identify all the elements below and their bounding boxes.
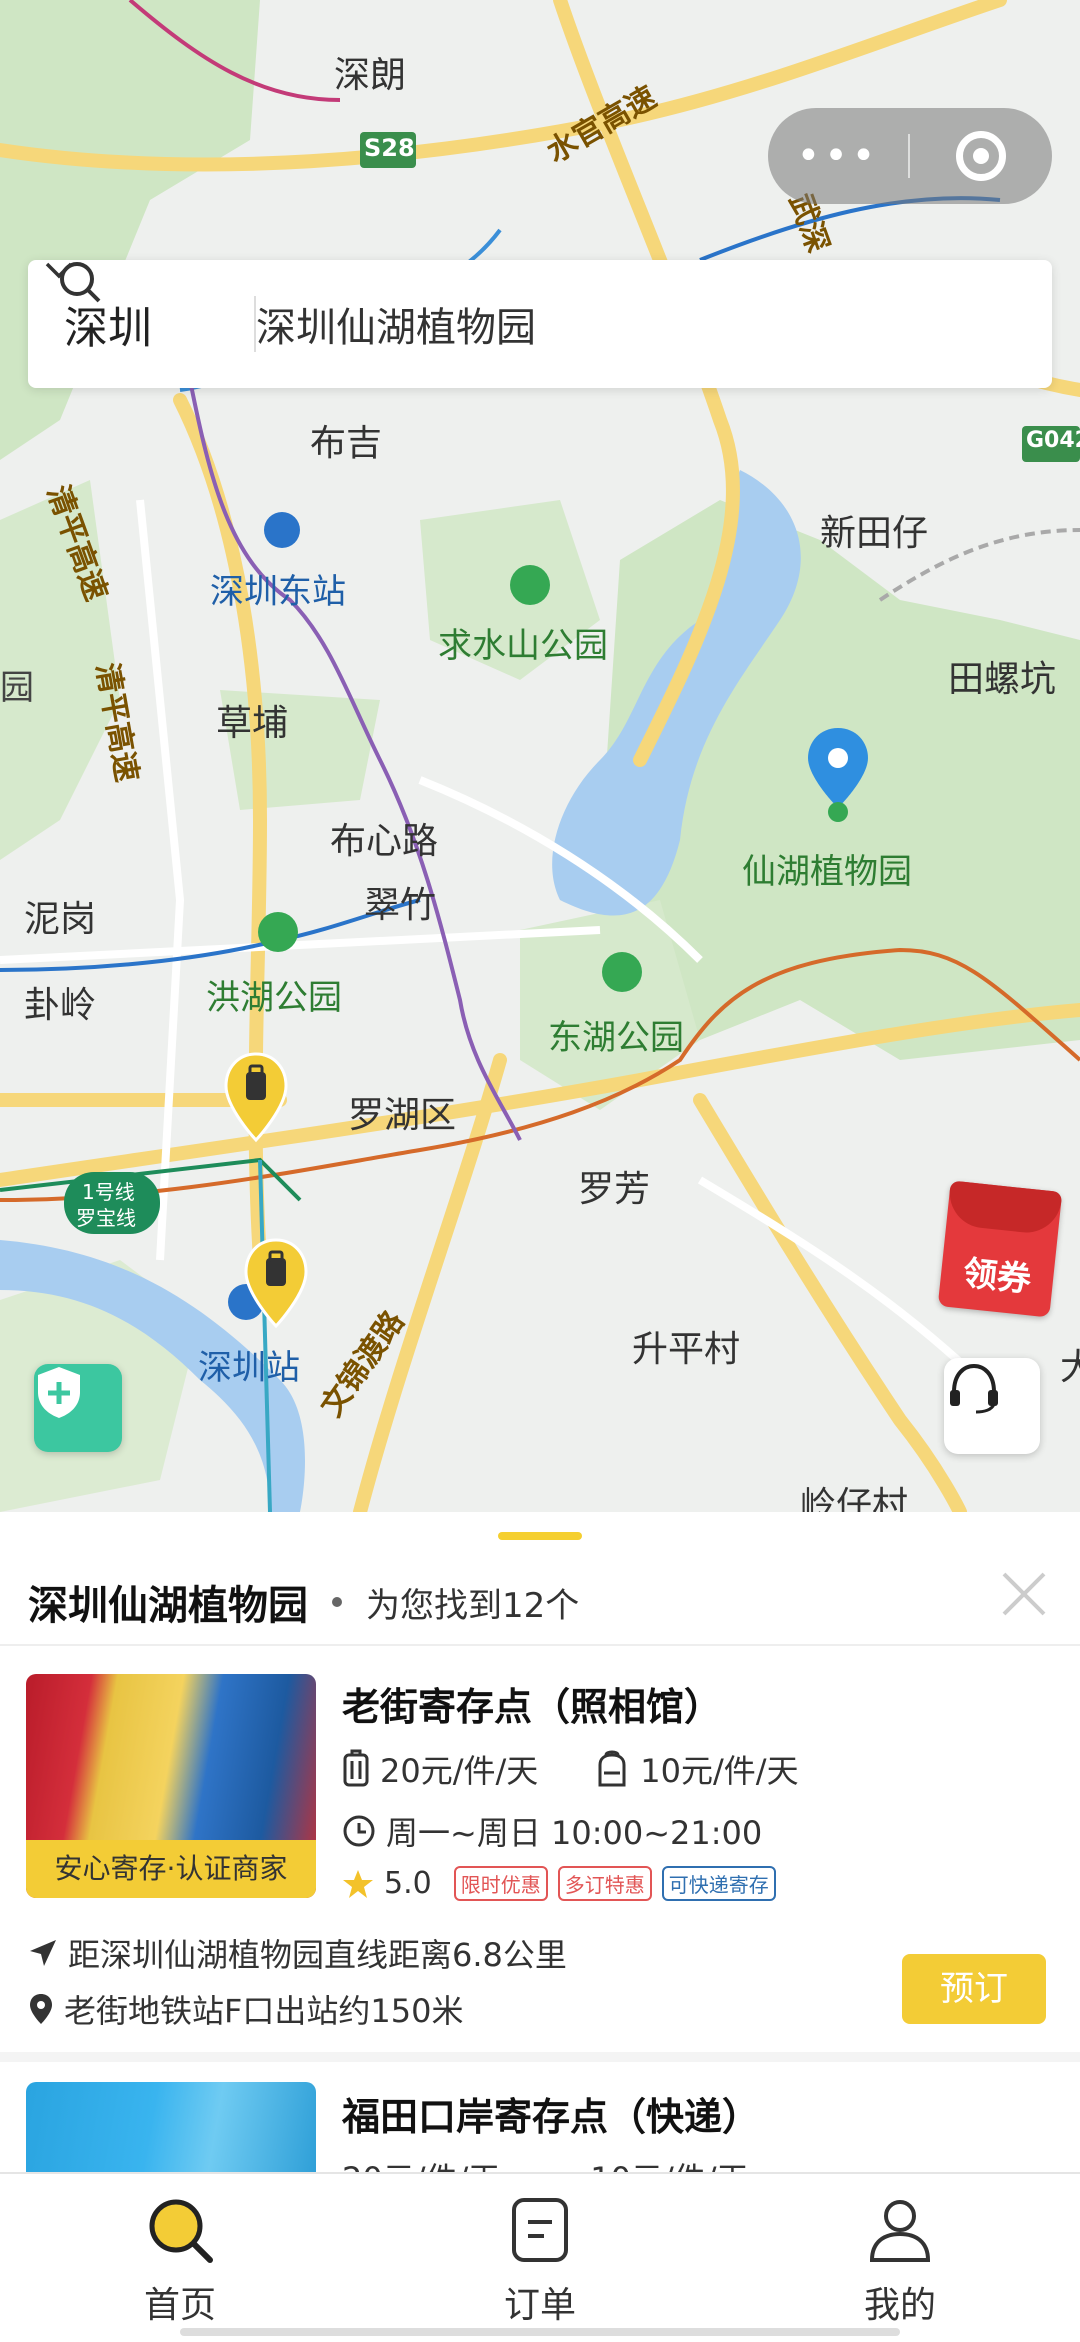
- map-label: 深圳东站: [210, 572, 346, 612]
- sheet-title: 深圳仙湖植物园: [28, 1583, 308, 1629]
- coupon-label: 领券: [961, 1253, 1033, 1301]
- tab-mine[interactable]: 我的: [800, 2194, 1000, 2328]
- close-miniprogram-button[interactable]: [910, 131, 1052, 181]
- service-tag: 可快递寄存: [661, 1866, 776, 1901]
- map-label: 东湖公园: [548, 1018, 684, 1058]
- promo-tag: 多订特惠: [557, 1866, 652, 1901]
- map-label: 岭仔村: [800, 1485, 909, 1512]
- map-label: 园: [0, 668, 34, 708]
- map-label: 布吉: [310, 423, 383, 464]
- map-label: 深圳站: [198, 1348, 300, 1388]
- headset-icon: [950, 1363, 998, 1414]
- distance-text: 距深圳仙湖植物园直线距离6.8公里: [68, 1936, 567, 1974]
- exit-text: 老街地铁站F口出站约150米: [64, 1992, 464, 2030]
- map-label: 布心路: [330, 821, 439, 862]
- map-view[interactable]: 深朗 S28 水官高速 武深 G042 布吉 清平高速 清平高速 深圳东站 新田…: [0, 0, 1080, 1512]
- exit-row: 老街地铁站F口出站约150米: [28, 1986, 464, 2032]
- divider: [0, 1644, 1080, 1646]
- certified-badge: 安心寄存·认证商家: [26, 1840, 316, 1898]
- divider: [0, 2052, 1080, 2062]
- map-label: 深朗: [334, 55, 407, 96]
- map-label: 大: [1060, 1347, 1080, 1388]
- map-label: 洪湖公园: [206, 978, 342, 1018]
- promo-tag: 限时优惠: [453, 1866, 548, 1901]
- price-row: 20元/件/天 10元/件/天: [342, 2154, 749, 2172]
- store-photo[interactable]: 安心寄存·认证商家: [26, 1674, 316, 1898]
- distance-row: 距深圳仙湖植物园直线距离6.8公里: [28, 1930, 567, 1976]
- star-icon: [343, 1869, 373, 1898]
- customer-service-button[interactable]: [944, 1358, 1040, 1454]
- map-label: 草埔: [216, 703, 289, 744]
- map-canvas: [0, 0, 1080, 1512]
- sheet-header: 深圳仙湖植物园 为您找到12个: [28, 1562, 579, 1642]
- price-large: 20元/件/天: [342, 2154, 500, 2172]
- hours-row: 周一~周日 10:00~21:00: [342, 1808, 762, 1854]
- search-home-icon: [149, 2199, 213, 2263]
- location-pin-icon: [30, 1994, 52, 2024]
- price-large: 20元/件/天: [380, 1752, 539, 1790]
- map-label: 新田仔: [820, 513, 929, 554]
- rating-value: 5.0: [384, 1866, 432, 1901]
- order-list-icon: [512, 2198, 568, 2262]
- miniprogram-capsule: •••: [768, 108, 1052, 204]
- price-small: 10元/件/天: [590, 2154, 748, 2172]
- rating-row: 5.0 限时优惠 多订特惠 可快递寄存: [342, 1866, 776, 1901]
- map-label: G042: [1026, 428, 1080, 453]
- navigation-arrow-icon: [30, 1940, 56, 1966]
- map-label: 仙湖植物园: [742, 852, 912, 892]
- shield-icon: [38, 1367, 80, 1418]
- book-button[interactable]: 预订: [902, 1954, 1046, 2024]
- close-icon[interactable]: [998, 1562, 1050, 1622]
- safety-button[interactable]: [34, 1364, 122, 1452]
- search-bar: 深圳 深圳仙湖植物园: [28, 260, 1052, 388]
- tab-orders[interactable]: 订单: [440, 2194, 640, 2328]
- clock-icon: [343, 1815, 375, 1847]
- map-label: 田螺坑: [948, 659, 1057, 700]
- search-input[interactable]: 深圳仙湖植物园: [256, 295, 536, 353]
- more-menu-button[interactable]: •••: [768, 108, 908, 204]
- separator-dot: [332, 1597, 342, 1607]
- price-small: 10元/件/天: [640, 1752, 799, 1790]
- luggage-pin-icon[interactable]: [242, 1238, 310, 1330]
- tab-home[interactable]: 首页: [80, 2194, 280, 2328]
- profile-icon: [869, 2200, 931, 2262]
- tab-bar: 首页 订单 我的: [0, 2172, 1080, 2342]
- map-label: 升平村: [632, 1329, 741, 1370]
- price-row: 20元/件/天 10元/件/天: [342, 1746, 799, 1792]
- map-label: 求水山公园: [438, 626, 608, 666]
- result-count: 为您找到12个: [366, 1585, 580, 1626]
- map-label: 泥岗: [24, 899, 97, 940]
- sheet-handle[interactable]: [498, 1532, 582, 1540]
- map-label: 罗湖区: [348, 1095, 457, 1136]
- home-indicator: [180, 2328, 900, 2336]
- store-name[interactable]: 福田口岸寄存点（快递）: [342, 2086, 760, 2141]
- tab-label: 首页: [143, 2285, 216, 2326]
- map-label: 罗芳: [578, 1169, 651, 1210]
- map-label: 卦岭: [24, 985, 97, 1026]
- map-label: 罗宝线: [76, 1206, 136, 1230]
- coupon-button[interactable]: 领券: [937, 1180, 1063, 1318]
- luggage-pin-icon[interactable]: [222, 1052, 290, 1144]
- search-icon: [60, 262, 101, 303]
- map-label: 1号线: [82, 1180, 135, 1204]
- store-name[interactable]: 老街寄存点（照相馆）: [342, 1676, 722, 1731]
- tab-label: 我的: [863, 2285, 936, 2326]
- suitcase-icon: [343, 1749, 369, 1787]
- target-icon: [956, 131, 1006, 181]
- map-label: 翠竹: [364, 885, 437, 926]
- business-hours: 周一~周日 10:00~21:00: [386, 1814, 763, 1852]
- destination-pin-icon[interactable]: [806, 726, 870, 826]
- backpack-icon: [598, 1750, 626, 1787]
- map-label: S28: [364, 134, 415, 162]
- tab-label: 订单: [503, 2285, 576, 2326]
